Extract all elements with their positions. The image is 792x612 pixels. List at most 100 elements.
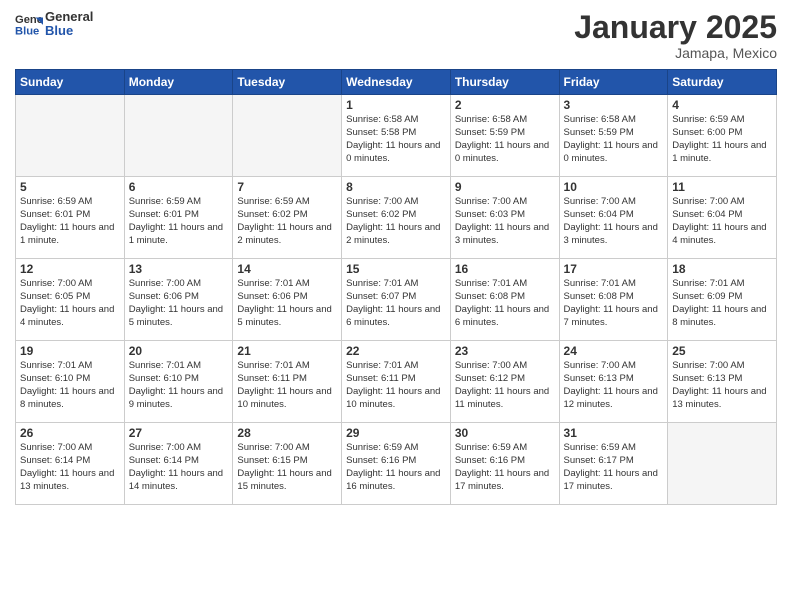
calendar-cell: 19 Sunrise: 7:01 AM Sunset: 6:10 PM Dayli… [16,341,125,423]
header: General Blue General Blue January 2025 J… [15,10,777,61]
day-number: 14 [237,262,337,276]
day-info: Sunrise: 7:00 AM Sunset: 6:12 PM Dayligh… [455,360,555,411]
calendar-cell: 6 Sunrise: 6:59 AM Sunset: 6:01 PM Daylig… [124,177,233,259]
calendar-cell: 13 Sunrise: 7:00 AM Sunset: 6:06 PM Dayli… [124,259,233,341]
day-header-saturday: Saturday [668,70,777,95]
calendar-cell: 26 Sunrise: 7:00 AM Sunset: 6:14 PM Dayli… [16,423,125,505]
calendar-cell: 10Sunrise: 7:00 AM Sunset: 6:04 PM Dayli… [559,177,668,259]
logo-icon: General Blue [15,10,43,38]
calendar-cell: 23 Sunrise: 7:00 AM Sunset: 6:12 PM Dayli… [450,341,559,423]
day-info: Sunrise: 6:58 AM Sunset: 5:58 PM Dayligh… [346,114,446,165]
day-info: Sunrise: 7:00 AM Sunset: 6:04 PM Dayligh… [672,196,772,247]
day-number: 27 [129,426,229,440]
day-info: Sunrise: 7:00 AM Sunset: 6:06 PM Dayligh… [129,278,229,329]
day-header-sunday: Sunday [16,70,125,95]
location: Jamapa, Mexico [574,45,777,61]
day-info: Sunrise: 7:01 AM Sunset: 6:10 PM Dayligh… [20,360,120,411]
day-number: 16 [455,262,555,276]
calendar-cell: 2 Sunrise: 6:58 AM Sunset: 5:59 PM Daylig… [450,95,559,177]
title-section: January 2025 Jamapa, Mexico [574,10,777,61]
calendar-cell: 9Sunrise: 7:00 AM Sunset: 6:03 PM Daylig… [450,177,559,259]
calendar-cell: 22 Sunrise: 7:01 AM Sunset: 6:11 PM Dayli… [342,341,451,423]
day-header-monday: Monday [124,70,233,95]
calendar-cell [233,95,342,177]
calendar: SundayMondayTuesdayWednesdayThursdayFrid… [15,69,777,505]
day-header-wednesday: Wednesday [342,70,451,95]
week-row-2: 12Sunrise: 7:00 AM Sunset: 6:05 PM Dayli… [16,259,777,341]
calendar-cell: 11Sunrise: 7:00 AM Sunset: 6:04 PM Dayli… [668,177,777,259]
day-number: 18 [672,262,772,276]
calendar-cell: 1Sunrise: 6:58 AM Sunset: 5:58 PM Daylig… [342,95,451,177]
day-info: Sunrise: 7:01 AM Sunset: 6:07 PM Dayligh… [346,278,446,329]
day-header-tuesday: Tuesday [233,70,342,95]
day-number: 13 [129,262,229,276]
day-number: 2 [455,98,555,112]
calendar-cell: 8Sunrise: 7:00 AM Sunset: 6:02 PM Daylig… [342,177,451,259]
calendar-cell: 15 Sunrise: 7:01 AM Sunset: 6:07 PM Dayli… [342,259,451,341]
logo-general: General [45,10,93,24]
day-info: Sunrise: 7:00 AM Sunset: 6:13 PM Dayligh… [672,360,772,411]
day-number: 30 [455,426,555,440]
week-row-3: 19 Sunrise: 7:01 AM Sunset: 6:10 PM Dayli… [16,341,777,423]
day-info: Sunrise: 7:00 AM Sunset: 6:14 PM Dayligh… [129,442,229,493]
day-number: 25 [672,344,772,358]
calendar-cell: 3 Sunrise: 6:58 AM Sunset: 5:59 PM Daylig… [559,95,668,177]
calendar-cell: 4 Sunrise: 6:59 AM Sunset: 6:00 PM Daylig… [668,95,777,177]
day-number: 6 [129,180,229,194]
day-number: 5 [20,180,120,194]
day-number: 24 [564,344,664,358]
day-info: Sunrise: 6:59 AM Sunset: 6:16 PM Dayligh… [455,442,555,493]
day-info: Sunrise: 6:59 AM Sunset: 6:17 PM Dayligh… [564,442,664,493]
day-number: 28 [237,426,337,440]
day-info: Sunrise: 7:00 AM Sunset: 6:03 PM Dayligh… [455,196,555,247]
day-info: Sunrise: 7:00 AM Sunset: 6:15 PM Dayligh… [237,442,337,493]
day-info: Sunrise: 7:00 AM Sunset: 6:02 PM Dayligh… [346,196,446,247]
day-info: Sunrise: 7:00 AM Sunset: 6:13 PM Dayligh… [564,360,664,411]
calendar-cell: 24 Sunrise: 7:00 AM Sunset: 6:13 PM Dayli… [559,341,668,423]
calendar-cell: 25 Sunrise: 7:00 AM Sunset: 6:13 PM Dayli… [668,341,777,423]
calendar-cell: 20Sunrise: 7:01 AM Sunset: 6:10 PM Dayli… [124,341,233,423]
day-info: Sunrise: 6:59 AM Sunset: 6:02 PM Dayligh… [237,196,337,247]
day-info: Sunrise: 7:01 AM Sunset: 6:11 PM Dayligh… [346,360,446,411]
calendar-cell: 21 Sunrise: 7:01 AM Sunset: 6:11 PM Dayli… [233,341,342,423]
month-title: January 2025 [574,10,777,45]
day-number: 19 [20,344,120,358]
week-row-0: 1Sunrise: 6:58 AM Sunset: 5:58 PM Daylig… [16,95,777,177]
day-info: Sunrise: 7:01 AM Sunset: 6:09 PM Dayligh… [672,278,772,329]
calendar-cell: 28 Sunrise: 7:00 AM Sunset: 6:15 PM Dayli… [233,423,342,505]
day-number: 22 [346,344,446,358]
calendar-cell: 31Sunrise: 6:59 AM Sunset: 6:17 PM Dayli… [559,423,668,505]
calendar-cell [16,95,125,177]
week-row-4: 26 Sunrise: 7:00 AM Sunset: 6:14 PM Dayli… [16,423,777,505]
day-number: 7 [237,180,337,194]
calendar-cell: 7 Sunrise: 6:59 AM Sunset: 6:02 PM Daylig… [233,177,342,259]
day-info: Sunrise: 7:01 AM Sunset: 6:11 PM Dayligh… [237,360,337,411]
day-info: Sunrise: 6:59 AM Sunset: 6:01 PM Dayligh… [129,196,229,247]
day-number: 10 [564,180,664,194]
day-number: 17 [564,262,664,276]
day-info: Sunrise: 6:59 AM Sunset: 6:16 PM Dayligh… [346,442,446,493]
day-number: 20 [129,344,229,358]
calendar-cell: 29 Sunrise: 6:59 AM Sunset: 6:16 PM Dayli… [342,423,451,505]
day-info: Sunrise: 6:59 AM Sunset: 6:01 PM Dayligh… [20,196,120,247]
day-number: 23 [455,344,555,358]
calendar-cell: 12Sunrise: 7:00 AM Sunset: 6:05 PM Dayli… [16,259,125,341]
day-info: Sunrise: 7:01 AM Sunset: 6:08 PM Dayligh… [455,278,555,329]
calendar-cell [668,423,777,505]
day-info: Sunrise: 7:01 AM Sunset: 6:06 PM Dayligh… [237,278,337,329]
calendar-cell: 16 Sunrise: 7:01 AM Sunset: 6:08 PM Dayli… [450,259,559,341]
day-info: Sunrise: 7:00 AM Sunset: 6:14 PM Dayligh… [20,442,120,493]
week-row-1: 5 Sunrise: 6:59 AM Sunset: 6:01 PM Daylig… [16,177,777,259]
day-info: Sunrise: 6:58 AM Sunset: 5:59 PM Dayligh… [455,114,555,165]
day-info: Sunrise: 6:59 AM Sunset: 6:00 PM Dayligh… [672,114,772,165]
day-info: Sunrise: 6:58 AM Sunset: 5:59 PM Dayligh… [564,114,664,165]
day-number: 3 [564,98,664,112]
day-number: 12 [20,262,120,276]
day-number: 29 [346,426,446,440]
day-number: 21 [237,344,337,358]
page: General Blue General Blue January 2025 J… [0,0,792,612]
calendar-cell [124,95,233,177]
day-number: 15 [346,262,446,276]
day-number: 26 [20,426,120,440]
day-number: 4 [672,98,772,112]
